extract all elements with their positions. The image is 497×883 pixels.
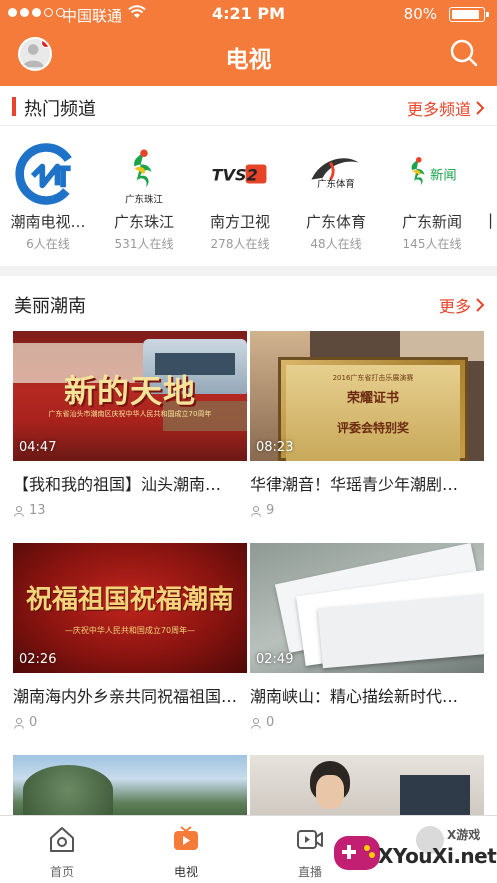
live-icon — [297, 830, 323, 849]
channel-viewers: 6人在线 — [26, 237, 70, 251]
channel-list: 潮南电视… 6人在线 广东珠江 广东珠江 531人在线 TVS2 南方卫视 27… — [0, 138, 497, 266]
channel-viewers: 278人在线 — [210, 237, 270, 251]
section-divider — [0, 266, 497, 276]
channel-name: 潮南电视… — [10, 213, 86, 231]
separator — [0, 125, 497, 126]
video-card[interactable]: 02:49 潮南峡山：精心描绘新时代… 0 — [250, 543, 484, 730]
channel-item[interactable]: 广东珠江 广东珠江 531人在线 — [96, 138, 192, 252]
person-icon — [14, 505, 24, 517]
app-header: 中国联通 4:21 PM 80% 电视 — [0, 0, 497, 86]
video-views: 0 — [250, 715, 484, 730]
channel-item-partial[interactable]: | — [480, 138, 497, 229]
channel-name: 南方卫视 — [209, 213, 270, 231]
more-channels-link[interactable]: 更多频道 — [407, 96, 485, 120]
chaonan-tv-logo — [12, 138, 84, 210]
channel-name: 广东珠江 — [113, 213, 174, 231]
svg-text:新闻: 新闻 — [430, 168, 456, 184]
gd-sports-logo: 广东体育 — [300, 138, 372, 210]
video-view-count: 13 — [29, 503, 46, 518]
thumbnail-subcaption: 广东省汕头市潮南区庆祝中华人民共和国成立70周年 — [48, 410, 212, 418]
chevron-right-icon — [476, 101, 485, 115]
watermark-tag: X游戏 — [447, 828, 481, 842]
thumbnail-caption-2: 评委会特别奖 — [336, 421, 409, 435]
video-duration: 02:49 — [256, 652, 294, 667]
channel-viewers: 48人在线 — [310, 237, 362, 251]
video-views: 0 — [13, 715, 247, 730]
thumbnail-caption: 荣耀证书 — [346, 391, 399, 406]
more-videos-label: 更多 — [438, 297, 471, 316]
person-icon — [251, 505, 261, 517]
video-views: 9 — [250, 503, 484, 518]
person-icon — [14, 717, 24, 729]
chevron-right-icon — [476, 298, 485, 312]
tv-screen: 中国联通 4:21 PM 80% 电视 热门频道 更多频道 潮南电视… 6人在线… — [0, 0, 497, 883]
more-channels-label: 更多频道 — [406, 100, 471, 119]
channel-name: 广东体育 — [305, 213, 366, 231]
page-title: 电视 — [225, 47, 272, 73]
video-thumbnail[interactable]: 02:49 — [250, 543, 484, 673]
battery-percent: 80% — [403, 5, 437, 23]
thumbnail-caption: 新的天地 — [63, 372, 196, 410]
search-icon[interactable] — [449, 38, 479, 68]
channel-item[interactable]: 新闻 广东新闻 145人在线 — [384, 138, 480, 252]
chaonan-section-title: 美丽潮南 — [14, 296, 86, 317]
section-marker — [12, 97, 16, 116]
video-thumbnail-partial[interactable] — [250, 755, 484, 815]
hot-channels-header: 热门频道 更多频道 — [0, 86, 497, 126]
thumbnail-subcaption: 2016广东省打击乐展演赛 — [332, 374, 414, 382]
status-bar: 中国联通 4:21 PM 80% — [0, 0, 497, 30]
channel-viewers: 531人在线 — [114, 237, 174, 251]
channel-name-partial: | — [488, 211, 494, 229]
video-thumbnail-partial[interactable] — [13, 755, 247, 815]
video-duration: 08:23 — [256, 440, 294, 455]
channel-item[interactable]: 广东体育 广东体育 48人在线 — [288, 138, 384, 252]
video-title: 潮南峡山：精心描绘新时代… — [250, 687, 459, 706]
tab-tv[interactable]: 电视 — [124, 824, 248, 880]
channel-item[interactable]: TVS2 南方卫视 278人在线 — [192, 138, 288, 252]
tv-icon — [174, 826, 198, 850]
video-views: 13 — [13, 503, 247, 518]
channel-name: 广东新闻 — [401, 213, 462, 231]
video-thumbnail[interactable]: 新的天地 广东省汕头市潮南区庆祝中华人民共和国成立70周年 04:47 — [13, 331, 247, 461]
channel-viewers: 145人在线 — [402, 237, 462, 251]
battery-icon — [449, 7, 489, 22]
thumbnail-caption: 祝福祖国祝福潮南 — [25, 585, 234, 615]
video-title: 华律潮音！华瑶青少年潮剧… — [250, 475, 459, 494]
video-view-count: 9 — [266, 503, 275, 518]
thumbnail-subcaption: —庆祝中华人民共和国成立70周年— — [64, 626, 196, 635]
svg-text:广东珠江: 广东珠江 — [125, 193, 163, 205]
video-card[interactable]: 2016广东省打击乐展演赛 荣耀证书 评委会特别奖 08:23 华律潮音！华瑶青… — [250, 331, 484, 518]
watermark-brand: XYouXi.net — [378, 844, 497, 868]
svg-text:广东体育: 广东体育 — [317, 178, 355, 190]
tab-tv-label: 电视 — [173, 865, 198, 879]
more-videos-link[interactable]: 更多 — [439, 293, 485, 317]
home-icon — [50, 827, 74, 852]
svg-text:TVS2: TVS2 — [212, 166, 258, 185]
hot-channels-title: 热门频道 — [24, 99, 96, 120]
video-title: 潮南海内外乡亲共同祝福祖国… — [13, 687, 238, 706]
video-card[interactable]: 新的天地 广东省汕头市潮南区庆祝中华人民共和国成立70周年 04:47 【我和我… — [13, 331, 247, 518]
video-duration: 04:47 — [19, 440, 57, 455]
channel-item[interactable]: 潮南电视… 6人在线 — [0, 138, 96, 252]
video-title: 【我和我的祖国】汕头潮南… — [13, 475, 222, 494]
gd-news-logo: 新闻 — [396, 138, 468, 210]
tab-home-label: 首页 — [49, 865, 74, 879]
video-thumbnail[interactable]: 2016广东省打击乐展演赛 荣耀证书 评委会特别奖 08:23 — [250, 331, 484, 461]
video-view-count: 0 — [266, 715, 275, 730]
channel-logo — [485, 138, 497, 210]
video-card[interactable]: 祝福祖国祝福潮南 —庆祝中华人民共和国成立70周年— 02:26 潮南海内外乡亲… — [13, 543, 247, 730]
gd-zhujiang-logo: 广东珠江 — [108, 138, 180, 210]
tab-home[interactable]: 首页 — [0, 824, 124, 880]
person-icon — [251, 717, 261, 729]
video-thumbnail[interactable]: 祝福祖国祝福潮南 —庆祝中华人民共和国成立70周年— 02:26 — [13, 543, 247, 673]
chaonan-section-header: 美丽潮南 更多 — [0, 283, 497, 323]
xyouxi-watermark: X游戏 XYouXi.net — [330, 820, 497, 883]
tvs2-logo: TVS2 — [204, 138, 276, 210]
video-view-count: 0 — [29, 715, 38, 730]
video-duration: 02:26 — [19, 652, 57, 667]
